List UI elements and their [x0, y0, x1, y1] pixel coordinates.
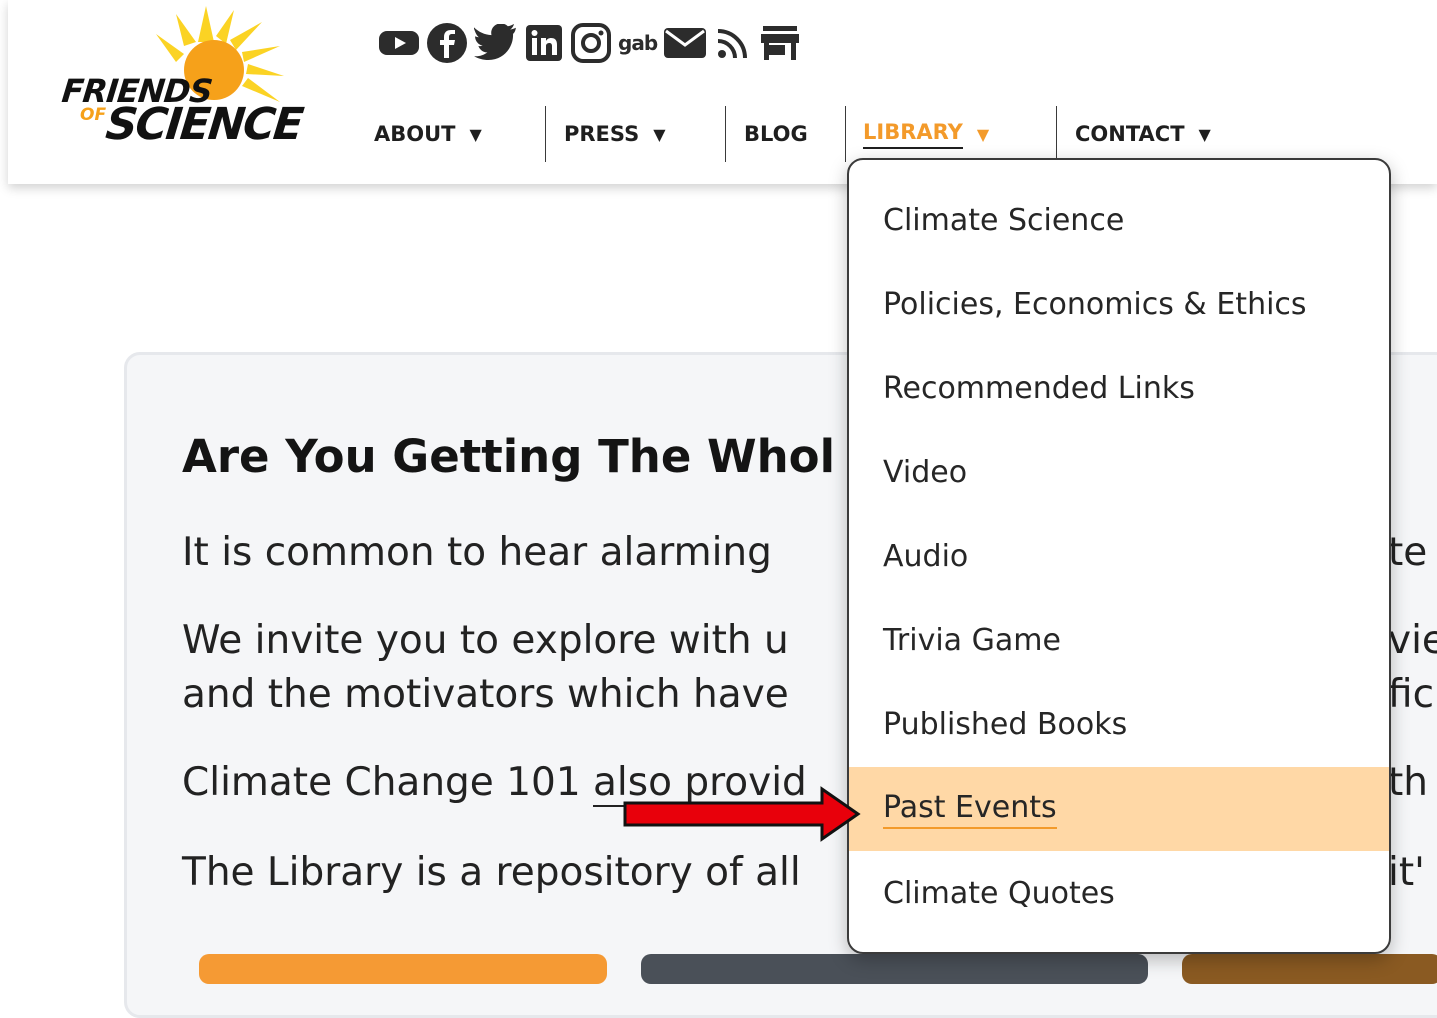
menu-item-policies-economics-ethics[interactable]: Policies, Economics & Ethics: [849, 262, 1389, 346]
nav-divider: [545, 106, 546, 162]
menu-item-label: Video: [883, 454, 968, 490]
nav-divider: [725, 106, 726, 162]
menu-item-video[interactable]: Video: [849, 430, 1389, 514]
gab-icon[interactable]: gab: [618, 31, 658, 55]
menu-item-climate-science[interactable]: Climate Science: [849, 178, 1389, 262]
nav-contact[interactable]: CONTACT ▼: [1075, 106, 1211, 162]
social-links: gab: [378, 20, 807, 66]
caret-down-icon: ▼: [469, 124, 482, 144]
twitter-icon[interactable]: [474, 24, 518, 62]
nav-blog-label: BLOG: [744, 122, 808, 146]
nav-press-label: PRESS: [564, 122, 640, 146]
red-arrow-icon: [623, 786, 861, 842]
menu-item-past-events[interactable]: Past Events: [849, 767, 1389, 851]
nav-library-label: LIBRARY: [863, 120, 963, 149]
instagram-icon[interactable]: [570, 22, 612, 64]
caret-down-icon: ▼: [653, 124, 666, 144]
secondary-action-button[interactable]: [641, 954, 1148, 984]
menu-item-label: Climate Quotes: [883, 875, 1115, 911]
menu-item-label: Trivia Game: [883, 622, 1061, 658]
intro-paragraph-2-line-1: We invite you to explore with u: [182, 618, 789, 663]
nav-blog[interactable]: BLOG: [744, 106, 808, 162]
menu-item-trivia-game[interactable]: Trivia Game: [849, 598, 1389, 682]
nav-about[interactable]: ABOUT ▼: [374, 106, 482, 162]
tertiary-action-button[interactable]: [1182, 954, 1437, 984]
nav-library[interactable]: LIBRARY ▼: [863, 106, 989, 162]
youtube-icon[interactable]: [378, 28, 420, 58]
nav-divider: [845, 106, 846, 162]
menu-item-recommended-links[interactable]: Recommended Links: [849, 346, 1389, 430]
intro-paragraph-4-tail: it': [1388, 850, 1425, 895]
paragraph-3-text: Climate Change 101: [182, 760, 594, 805]
linkedin-icon[interactable]: [524, 23, 564, 63]
site-header: FRIENDS OF SCIENCE gab ABOUT ▼ PRESS ▼ B…: [8, 0, 1437, 184]
menu-item-label: Policies, Economics & Ethics: [883, 286, 1307, 322]
menu-item-label: Recommended Links: [883, 370, 1195, 406]
intro-paragraph-2-line-1-tail: vie: [1388, 618, 1437, 663]
intro-paragraph-3-tail: th: [1388, 760, 1429, 805]
caret-down-icon: ▼: [1198, 124, 1211, 144]
mail-icon[interactable]: [663, 26, 707, 60]
main-nav: ABOUT ▼ PRESS ▼ BLOG LIBRARY ▼ CONTACT ▼: [8, 106, 1308, 162]
intro-paragraph-2-line-2-tail: fic: [1388, 672, 1435, 717]
library-dropdown-menu: Climate Science Policies, Economics & Et…: [847, 158, 1391, 954]
menu-item-published-books[interactable]: Published Books: [849, 682, 1389, 766]
menu-item-label: Climate Science: [883, 202, 1125, 238]
menu-item-label: Past Events: [883, 790, 1057, 829]
menu-item-climate-quotes[interactable]: Climate Quotes: [849, 851, 1389, 935]
intro-paragraph-4: The Library is a repository of all: [182, 850, 801, 895]
rss-icon[interactable]: [713, 23, 753, 63]
menu-item-audio[interactable]: Audio: [849, 514, 1389, 598]
intro-paragraph-1: It is common to hear alarming: [182, 530, 772, 575]
intro-paragraph-2-line-2: and the motivators which have: [182, 672, 789, 717]
menu-item-label: Published Books: [883, 706, 1128, 742]
page-title: Are You Getting The Whol: [182, 430, 836, 483]
nav-about-label: ABOUT: [374, 122, 456, 146]
nav-divider: [1056, 106, 1057, 162]
intro-paragraph-1-tail: te: [1388, 530, 1428, 575]
nav-contact-label: CONTACT: [1075, 122, 1185, 146]
facebook-icon[interactable]: [426, 22, 468, 64]
store-icon[interactable]: [759, 23, 801, 63]
menu-item-label: Audio: [883, 538, 969, 574]
caret-down-icon: ▼: [976, 124, 990, 144]
primary-action-button[interactable]: [199, 954, 607, 984]
nav-press[interactable]: PRESS ▼: [564, 106, 666, 162]
